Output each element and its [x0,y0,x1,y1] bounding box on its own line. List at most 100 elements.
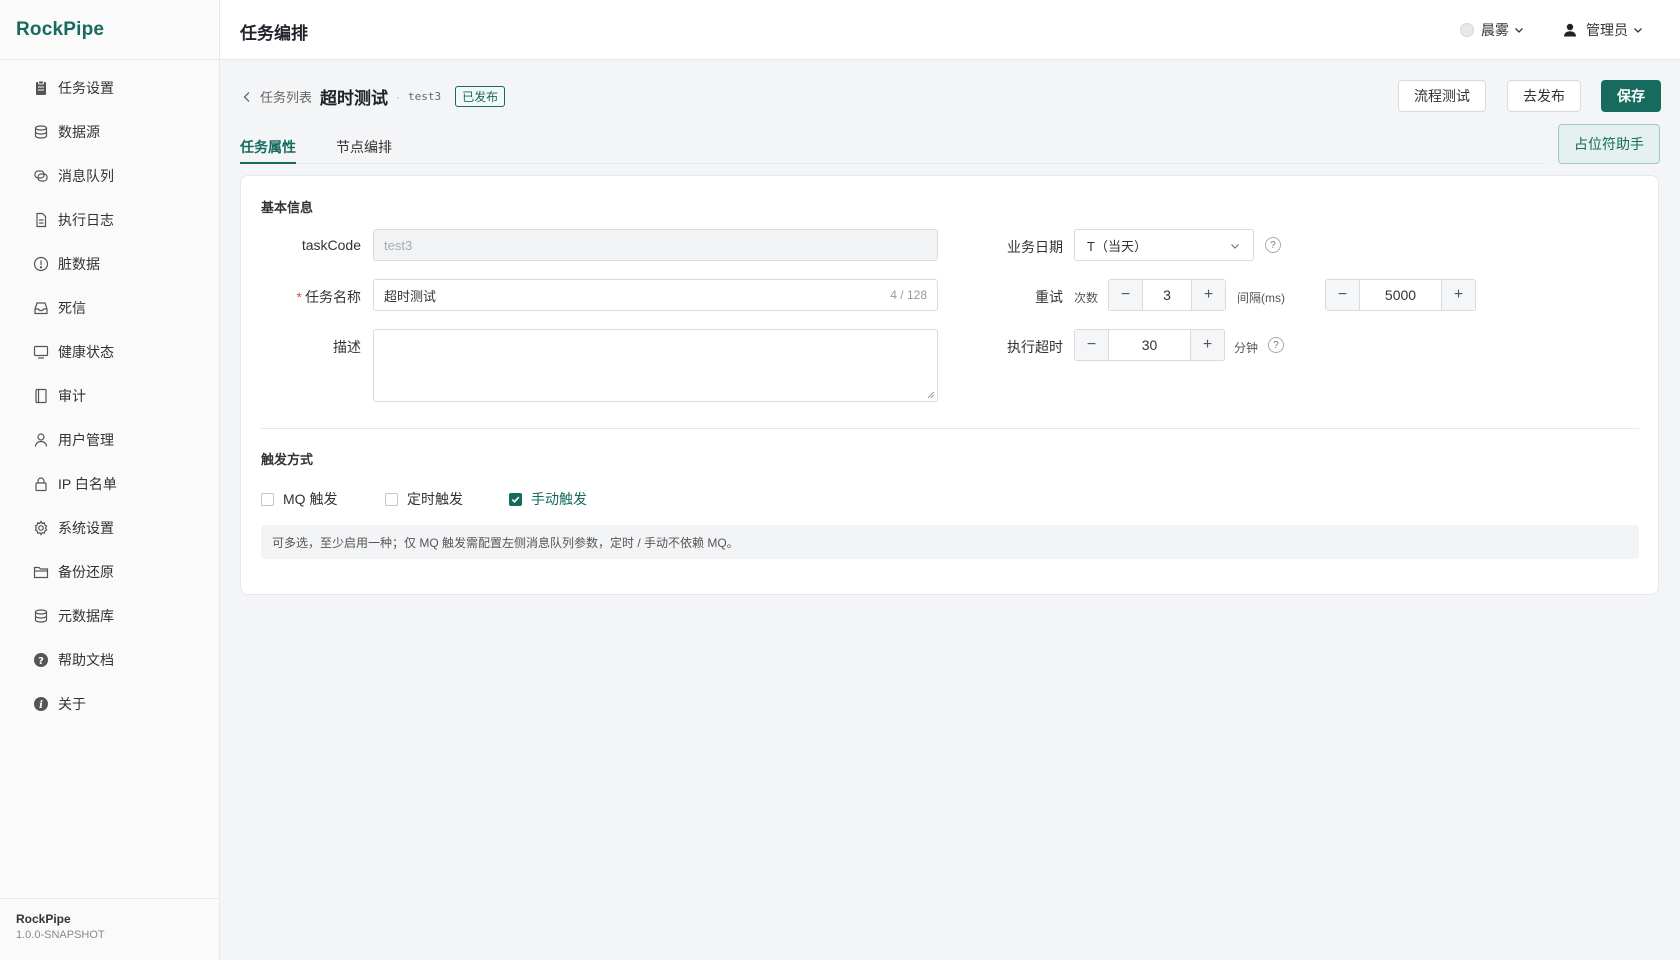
increment-button[interactable]: + [1190,330,1224,360]
retry-count-value[interactable]: 3 [1143,280,1191,310]
user-menu[interactable]: 管理员 [1562,20,1644,40]
retry-interval-stepper[interactable]: − 5000 + [1325,279,1476,311]
help-icon[interactable]: ? [1265,237,1281,253]
retry-interval-label: 间隔(ms) [1237,291,1285,305]
checkbox-label: MQ 触发 [283,491,338,507]
decrement-button[interactable]: − [1326,280,1360,310]
section-title-basic: 基本信息 [261,200,314,215]
timeout-value[interactable]: 30 [1109,330,1190,360]
trigger-hint: 可多选，至少启用一种；仅 MQ 触发需配置左侧消息队列参数，定时 / 手动不依赖… [261,525,1639,559]
footer-app-name: RockPipe [16,912,71,926]
chevron-down-icon [1634,28,1642,33]
checkbox-box[interactable] [385,492,398,506]
save-button[interactable]: 保存 [1601,80,1661,112]
sidebar-item-datasource[interactable]: 数据源 [0,110,219,154]
required-mark: * [296,289,302,305]
sidebar-item-label: 脏数据 [58,256,100,272]
book-icon [32,387,50,405]
user-avatar-icon [1564,23,1576,37]
biz-date-value: T（当天） [1087,238,1147,254]
retry-count-stepper[interactable]: − 3 + [1108,279,1226,311]
task-name-input[interactable]: 超时测试 4 / 128 [373,279,938,311]
tab-node-orchestration[interactable]: 节点编排 [336,128,392,164]
back-chevron-icon[interactable] [240,90,254,104]
increment-button[interactable]: + [1441,280,1475,310]
sidebar-footer: RockPipe 1.0.0-SNAPSHOT [0,898,220,960]
checkbox-mq-trigger[interactable]: MQ 触发 [261,489,337,509]
alert-circle-icon [32,255,50,273]
sidebar-item-message-queue[interactable]: 消息队列 [0,154,219,198]
decrement-button[interactable]: − [1075,330,1109,360]
sidebar-item-system-settings[interactable]: 系统设置 [0,506,219,550]
sidebar-item-exec-log[interactable]: 执行日志 [0,198,219,242]
placeholder-helper-button[interactable]: 占位符助手 [1558,124,1660,164]
sidebar-item-health[interactable]: 健康状态 [0,330,219,374]
unpublish-button[interactable]: 去发布 [1507,80,1581,112]
help-icon[interactable]: ? [1268,337,1284,353]
tab-task-properties[interactable]: 任务属性 [240,128,296,164]
biz-date-select[interactable]: T（当天） [1074,229,1254,261]
description-textarea[interactable] [373,329,938,402]
sidebar-item-label: 审计 [58,388,86,404]
topbar: 任务编排 晨雾 管理员 [220,0,1680,60]
biz-date-field-label: 业务日期 [1007,239,1063,255]
monitor-icon [32,343,50,361]
sidebar-item-about[interactable]: i 关于 [0,682,219,726]
resize-handle-icon[interactable] [927,391,935,399]
section-divider [261,428,1639,429]
checkbox-scheduled-trigger[interactable]: 定时触发 [385,489,463,509]
flow-test-button[interactable]: 流程测试 [1398,80,1486,112]
increment-button[interactable]: + [1191,280,1225,310]
sidebar-item-metadata-db[interactable]: 元数据库 [0,594,219,638]
page-title: 任务编排 [240,24,308,43]
decrement-button[interactable]: − [1109,280,1143,310]
retry-interval-value[interactable]: 5000 [1360,280,1441,310]
section-title-trigger: 触发方式 [261,452,314,467]
task-name-field-label: * 任务名称 [261,287,361,307]
sidebar-item-label: 死信 [58,300,86,316]
task-code-label: test3 [408,90,442,103]
timeout-field-label: 执行超时 [1007,339,1063,355]
breadcrumb-task-list-link[interactable]: 任务列表 [260,87,312,106]
checkbox-box[interactable] [509,492,522,506]
question-circle-icon: ? [32,651,50,669]
timeout-stepper[interactable]: − 30 + [1074,329,1225,361]
sidebar-item-dirty-data[interactable]: 脏数据 [0,242,219,286]
database-icon [32,607,50,625]
sidebar-item-dead-letter[interactable]: 死信 [0,286,219,330]
status-badge: 已发布 [455,86,506,107]
theme-label: 晨雾 [1481,22,1509,38]
sidebar-item-audit[interactable]: 审计 [0,374,219,418]
sidebar-item-label: 关于 [58,696,86,712]
retry-field-label: 重试 [1035,289,1063,305]
user-name: 管理员 [1586,22,1628,38]
task-name-label-text: 任务名称 [305,289,361,305]
inbox-icon [32,299,50,317]
clipboard-icon [32,79,50,97]
sidebar-item-help[interactable]: ? 帮助文档 [0,638,219,682]
sidebar-item-label: 数据源 [58,124,100,140]
sidebar-item-ip-whitelist[interactable]: IP 白名单 [0,462,219,506]
sidebar: RockPipe 任务设置 数据源 消息队列 执行日志 脏数据 死信 健康状态 [0,0,220,960]
lock-icon [32,475,50,493]
theme-switcher[interactable]: 晨雾 [1460,20,1525,40]
sidebar-item-label: 用户管理 [58,432,114,448]
sidebar-item-backup[interactable]: 备份还原 [0,550,219,594]
sidebar-item-task-settings[interactable]: 任务设置 [0,66,219,110]
database-icon [32,123,50,141]
task-title: 超时测试 [320,89,389,108]
checkbox-label: 定时触发 [407,491,463,507]
brand-logo[interactable]: RockPipe [0,0,219,60]
sidebar-item-users[interactable]: 用户管理 [0,418,219,462]
svg-text:?: ? [38,656,44,667]
breadcrumb: 任务列表 超时测试 · test3 已发布 [240,84,506,109]
sidebar-item-label: 备份还原 [58,564,114,580]
task-code-input[interactable]: test3 [373,229,938,261]
checkbox-box[interactable] [261,492,274,506]
checkbox-label: 手动触发 [531,491,587,507]
timeout-unit-label: 分钟 [1234,341,1259,355]
retry-count-label: 次数 [1074,291,1099,305]
sidebar-nav: 任务设置 数据源 消息队列 执行日志 脏数据 死信 健康状态 审计 用户管理 I… [0,60,219,726]
chevron-down-icon [1231,244,1239,249]
checkbox-manual-trigger[interactable]: 手动触发 [509,489,587,509]
